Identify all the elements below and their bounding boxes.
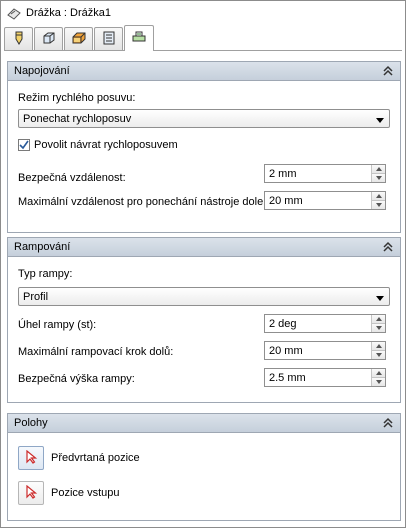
spin-down-icon[interactable] — [372, 377, 385, 386]
ramp-type-value: Profil — [23, 290, 49, 303]
max-ramp-stepdown-spinner[interactable]: 20 mm — [264, 341, 386, 360]
tab-shape[interactable] — [34, 27, 63, 50]
ramp-angle-label: Úhel rampy (st): — [18, 319, 97, 331]
ramp-type-label: Typ rampy: — [18, 268, 73, 280]
chevron-down-icon — [376, 115, 384, 123]
max-ramp-stepdown-label: Maximální rampovací krok dolů: — [18, 346, 174, 358]
spinner-buttons — [371, 342, 385, 359]
ramp-angle-value[interactable]: 2 deg — [265, 318, 371, 330]
spinner-buttons — [371, 165, 385, 182]
ramp-clearance-height-label: Bezpečná výška rampy: — [18, 373, 135, 385]
dialog-title: Drážka : Drážka1 — [26, 7, 111, 19]
retract-mode-select[interactable]: Ponechat rychloposuv — [18, 109, 390, 128]
positions-section: Polohy Předvrtaná pozice Pozice vstupu — [7, 413, 401, 521]
linking-section: Napojování Režim rychlého posuvu: Ponech… — [7, 61, 401, 233]
predrill-position-label: Předvrtaná pozice — [51, 452, 140, 464]
linking-section-title: Napojování — [14, 65, 70, 77]
tab-heights[interactable] — [64, 27, 93, 50]
selection-arrow-icon — [24, 449, 38, 467]
chevron-down-icon — [376, 293, 384, 301]
collapse-icon[interactable] — [382, 65, 394, 77]
max-stay-down-label: Maximální vzdálenost pro ponechání nástr… — [18, 196, 267, 208]
spin-down-icon[interactable] — [372, 350, 385, 359]
passes-list-icon — [101, 30, 117, 49]
entry-position-label: Pozice vstupu — [51, 487, 120, 499]
retract-mode-label: Režim rychlého posuvu: — [18, 92, 136, 104]
linking-section-header[interactable]: Napojování — [8, 62, 400, 81]
allow-rapid-retract-option[interactable]: Povolit návrat rychloposuvem — [18, 139, 178, 151]
collapse-icon[interactable] — [382, 417, 394, 429]
spin-up-icon[interactable] — [372, 369, 385, 377]
tool-icon — [11, 30, 27, 49]
allow-rapid-retract-checkbox[interactable] — [18, 139, 30, 151]
cube-icon — [41, 30, 57, 49]
spinner-buttons — [371, 315, 385, 332]
spin-up-icon[interactable] — [372, 342, 385, 350]
retract-mode-value: Ponechat rychloposuv — [23, 112, 132, 125]
allow-rapid-retract-label: Povolit návrat rychloposuvem — [34, 139, 178, 151]
positions-section-header[interactable]: Polohy — [8, 414, 400, 433]
tab-linking[interactable] — [124, 25, 154, 51]
spinner-buttons — [371, 192, 385, 209]
max-stay-down-value[interactable]: 20 mm — [265, 195, 371, 207]
ramping-section: Rampování Typ rampy: Profil Úhel rampy (… — [7, 237, 401, 403]
collapse-icon[interactable] — [382, 241, 394, 253]
stock-box-icon — [71, 30, 87, 49]
selection-arrow-icon — [24, 484, 38, 502]
spin-up-icon[interactable] — [372, 315, 385, 323]
spinner-buttons — [371, 369, 385, 386]
safe-distance-label: Bezpečná vzdálenost: — [18, 172, 126, 184]
tab-passes[interactable] — [94, 27, 123, 50]
dialog-titlebar: Drážka : Drážka1 — [3, 3, 403, 23]
ramp-clearance-height-spinner[interactable]: 2.5 mm — [264, 368, 386, 387]
spin-up-icon[interactable] — [372, 192, 385, 200]
slot-operation-icon — [7, 6, 21, 20]
tab-tool[interactable] — [4, 27, 33, 50]
operation-dialog: Drážka : Drážka1 Napojování Režim rychlé… — [0, 0, 406, 528]
max-ramp-stepdown-value[interactable]: 20 mm — [265, 345, 371, 357]
ramp-angle-spinner[interactable]: 2 deg — [264, 314, 386, 333]
entry-position-button[interactable] — [18, 481, 44, 505]
ramp-type-select[interactable]: Profil — [18, 287, 390, 306]
safe-distance-spinner[interactable]: 2 mm — [264, 164, 386, 183]
ramping-section-title: Rampování — [14, 241, 71, 253]
spin-down-icon[interactable] — [372, 323, 385, 332]
max-stay-down-spinner[interactable]: 20 mm — [264, 191, 386, 210]
predrill-position-button[interactable] — [18, 446, 44, 470]
linking-icon — [131, 29, 147, 48]
spin-up-icon[interactable] — [372, 165, 385, 173]
spin-down-icon[interactable] — [372, 200, 385, 209]
ramping-section-header[interactable]: Rampování — [8, 238, 400, 257]
ramp-clearance-height-value[interactable]: 2.5 mm — [265, 372, 371, 384]
spin-down-icon[interactable] — [372, 173, 385, 182]
tab-strip — [4, 25, 402, 51]
positions-section-title: Polohy — [14, 417, 48, 429]
safe-distance-value[interactable]: 2 mm — [265, 168, 371, 180]
